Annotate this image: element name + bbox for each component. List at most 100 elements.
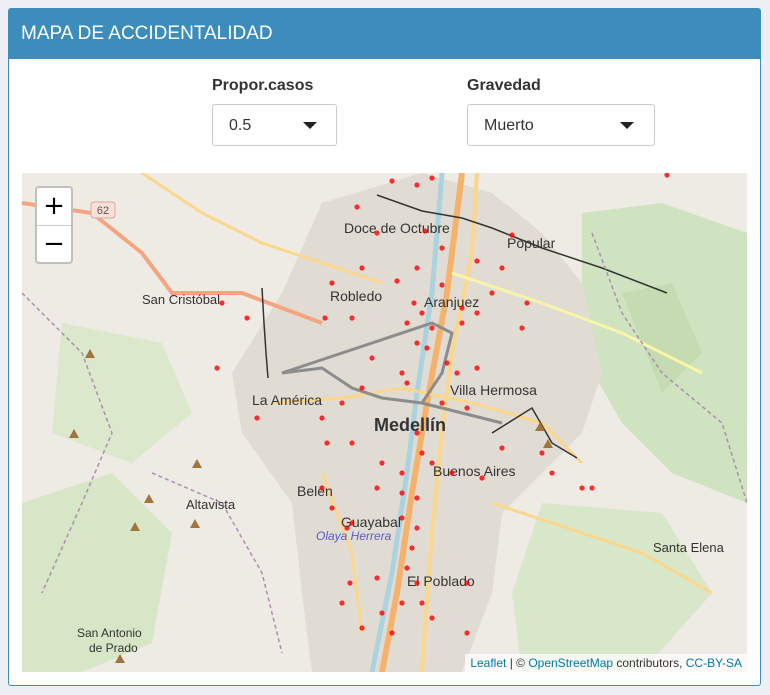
accident-marker[interactable] [474, 310, 480, 316]
license-link[interactable]: CC-BY-SA [686, 656, 742, 670]
accident-marker[interactable] [344, 525, 350, 531]
accident-marker[interactable] [489, 290, 495, 296]
accident-marker[interactable] [464, 630, 470, 636]
place-san-cristobal: San Cristóbal [142, 292, 220, 307]
accident-marker[interactable] [322, 315, 328, 321]
accident-marker[interactable] [359, 625, 365, 631]
place-aranjuez: Aranjuez [424, 294, 479, 310]
accident-marker[interactable] [474, 258, 480, 264]
accident-marker[interactable] [439, 282, 445, 288]
accident-marker[interactable] [374, 485, 380, 491]
accident-marker[interactable] [339, 400, 345, 406]
accident-marker[interactable] [349, 440, 355, 446]
accident-marker[interactable] [449, 470, 455, 476]
accident-marker[interactable] [474, 365, 480, 371]
accident-marker[interactable] [414, 525, 420, 531]
accident-marker[interactable] [399, 490, 405, 496]
accident-marker[interactable] [404, 320, 410, 326]
accident-marker[interactable] [454, 370, 460, 376]
accident-marker[interactable] [389, 630, 395, 636]
accident-marker[interactable] [354, 204, 360, 210]
map-tiles: 62 Doce de Octubre Popular San Cristóbal… [22, 173, 747, 672]
accident-marker[interactable] [414, 265, 420, 271]
accident-marker[interactable] [549, 470, 555, 476]
accident-marker[interactable] [464, 405, 470, 411]
accident-marker[interactable] [429, 460, 435, 466]
accident-marker[interactable] [409, 545, 415, 551]
accident-marker[interactable] [459, 320, 465, 326]
accident-marker[interactable] [424, 345, 430, 351]
accident-marker[interactable] [444, 360, 450, 366]
accident-marker[interactable] [524, 300, 530, 306]
place-olaya-herrera: Olaya Herrera [316, 529, 392, 543]
accident-marker[interactable] [359, 385, 365, 391]
accident-marker[interactable] [414, 340, 420, 346]
accident-marker[interactable] [404, 380, 410, 386]
accident-marker[interactable] [319, 485, 325, 491]
accident-marker[interactable] [319, 415, 325, 421]
accident-marker[interactable] [359, 265, 365, 271]
map-attribution: Leaflet | © OpenStreetMap contributors, … [465, 654, 747, 672]
accident-marker[interactable] [379, 610, 385, 616]
accident-marker[interactable] [439, 400, 445, 406]
proportion-control: Propor.casos [212, 77, 313, 95]
accident-marker[interactable] [339, 600, 345, 606]
severity-select[interactable]: Muerto [467, 104, 655, 146]
accident-marker[interactable] [347, 580, 353, 586]
accident-marker[interactable] [414, 182, 420, 188]
accident-marker[interactable] [219, 300, 225, 306]
severity-label: Gravedad [467, 77, 541, 94]
osm-link[interactable]: OpenStreetMap [528, 656, 613, 670]
accident-marker[interactable] [419, 600, 425, 606]
accident-marker[interactable] [394, 278, 400, 284]
accident-marker[interactable] [324, 440, 330, 446]
zoom-out-button[interactable]: − [37, 226, 71, 263]
accident-marker[interactable] [214, 365, 220, 371]
accident-marker[interactable] [579, 485, 585, 491]
accident-marker[interactable] [429, 615, 435, 621]
leaflet-link[interactable]: Leaflet [470, 656, 506, 670]
accident-marker[interactable] [464, 580, 470, 586]
accident-marker[interactable] [389, 178, 395, 184]
accident-marker[interactable] [329, 280, 335, 286]
accident-marker[interactable] [411, 300, 417, 306]
accident-marker[interactable] [519, 325, 525, 331]
zoom-in-button[interactable]: + [37, 188, 71, 226]
accident-marker[interactable] [254, 415, 260, 421]
accident-marker[interactable] [419, 450, 425, 456]
accident-marker[interactable] [399, 515, 405, 521]
accident-marker[interactable] [439, 245, 445, 251]
accident-marker[interactable] [429, 175, 435, 181]
accident-marker[interactable] [399, 370, 405, 376]
accident-marker[interactable] [422, 228, 428, 234]
accident-map-panel: MAPA DE ACCIDENTALIDAD Propor.casos 0.5 … [8, 8, 761, 686]
accident-marker[interactable] [664, 173, 670, 178]
accident-marker[interactable] [369, 355, 375, 361]
accident-marker[interactable] [399, 470, 405, 476]
accident-marker[interactable] [429, 325, 435, 331]
accident-marker[interactable] [374, 575, 380, 581]
accident-marker[interactable] [329, 505, 335, 511]
proportion-select[interactable]: 0.5 [212, 104, 337, 146]
map-canvas[interactable]: 62 Doce de Octubre Popular San Cristóbal… [22, 173, 747, 672]
attribution-contributors: contributors, [613, 656, 686, 670]
accident-marker[interactable] [479, 475, 485, 481]
accident-marker[interactable] [499, 265, 505, 271]
accident-marker[interactable] [374, 230, 380, 236]
accident-marker[interactable] [244, 315, 250, 321]
accident-marker[interactable] [349, 520, 355, 526]
accident-marker[interactable] [419, 310, 425, 316]
accident-marker[interactable] [509, 232, 515, 238]
accident-marker[interactable] [499, 445, 505, 451]
accident-marker[interactable] [414, 495, 420, 501]
accident-marker[interactable] [459, 305, 465, 311]
accident-marker[interactable] [404, 565, 410, 571]
accident-marker[interactable] [349, 315, 355, 321]
accident-marker[interactable] [379, 460, 385, 466]
accident-marker[interactable] [589, 485, 595, 491]
accident-marker[interactable] [399, 600, 405, 606]
accident-marker[interactable] [539, 450, 545, 456]
place-doce-de-octubre: Doce de Octubre [344, 220, 450, 236]
accident-marker[interactable] [414, 430, 420, 436]
accident-marker[interactable] [414, 580, 420, 586]
